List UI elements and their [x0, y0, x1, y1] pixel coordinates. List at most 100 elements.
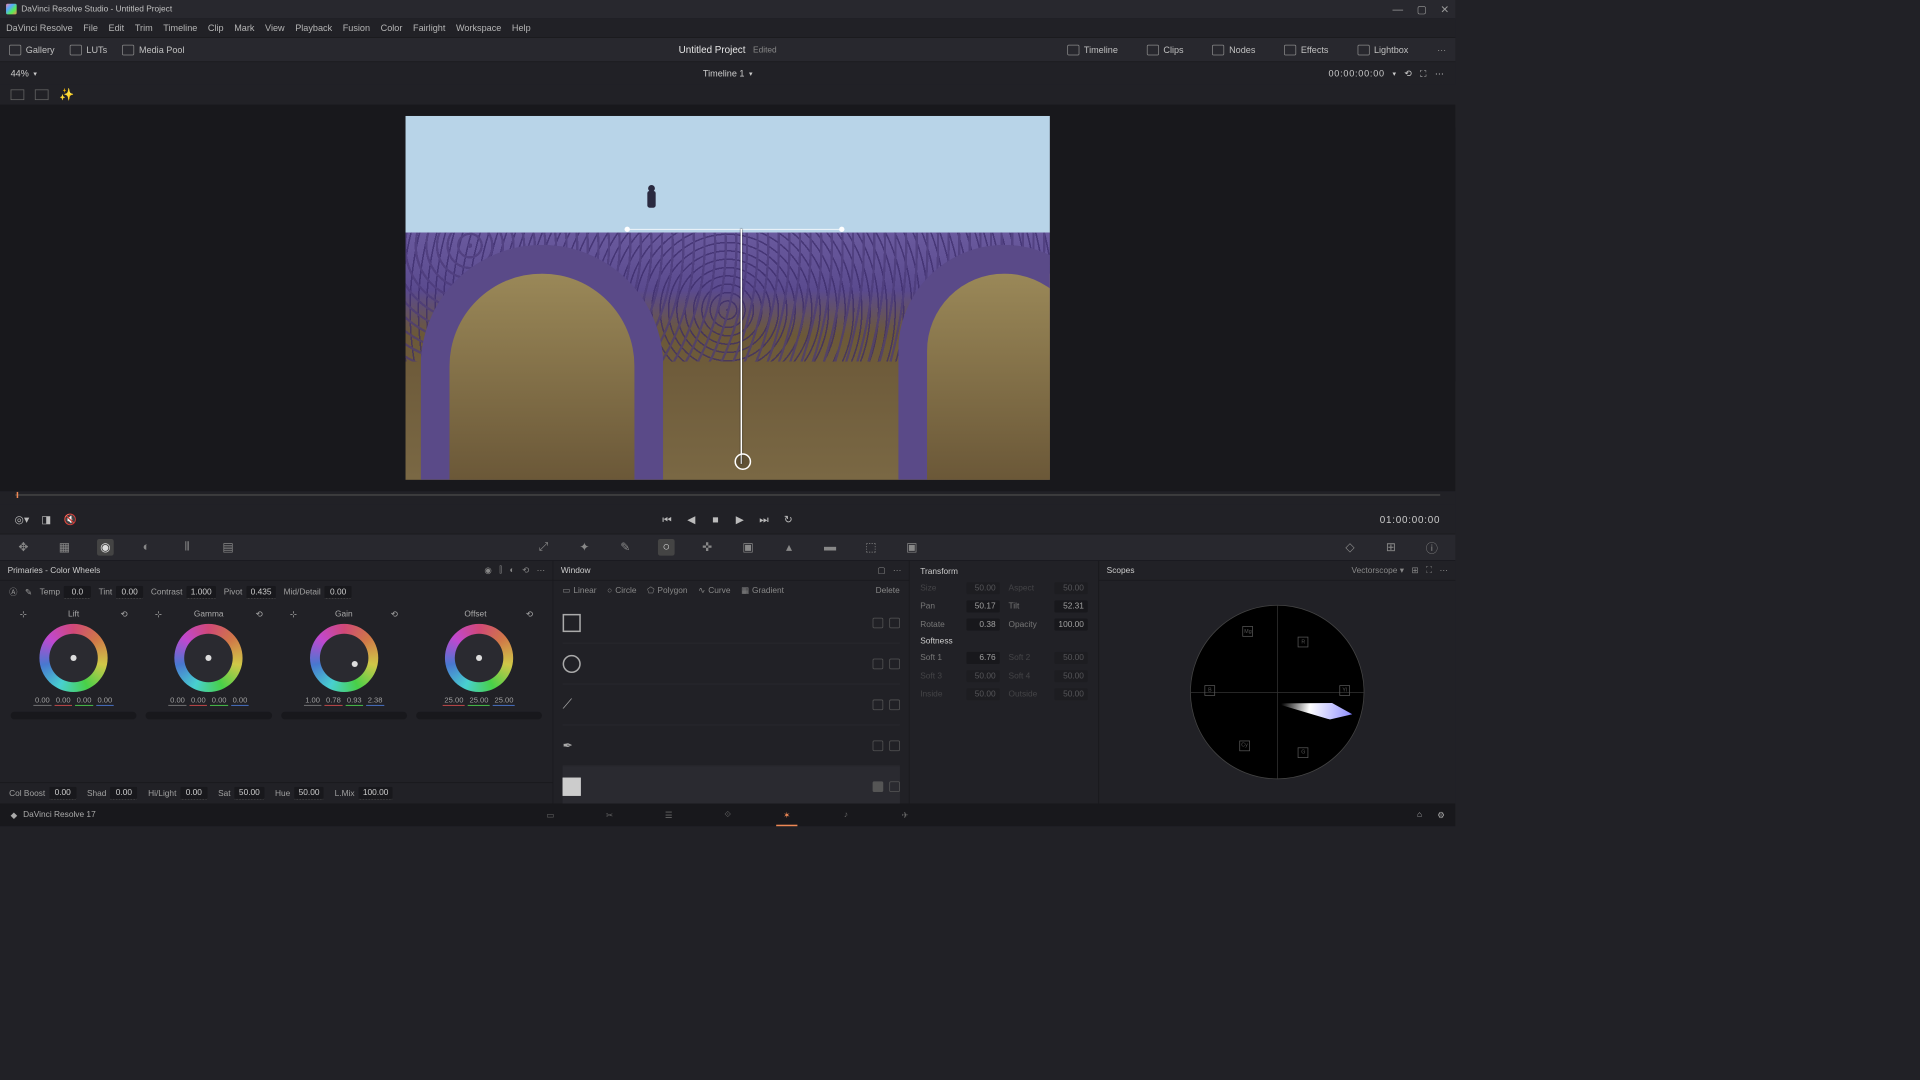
settings-icon[interactable]: ⚙ [1437, 810, 1444, 820]
last-frame-button[interactable]: ⏭ [757, 512, 771, 526]
circle-shape-button[interactable]: ○ Circle [607, 586, 636, 595]
fairlight-page-button[interactable]: ♪ [839, 808, 853, 822]
maximize-button[interactable]: ▢ [1417, 3, 1427, 16]
menu-mark[interactable]: Mark [234, 22, 254, 33]
rotate-field[interactable]: 0.38 [966, 619, 999, 631]
invert-icon[interactable] [889, 699, 900, 710]
scope-layout-icon[interactable]: ⊞ [1411, 565, 1418, 575]
window-row-pen[interactable]: ✒ [562, 725, 899, 766]
pivot-field[interactable]: 0.435 [246, 586, 276, 599]
window-row-circle[interactable] [562, 644, 899, 685]
offset-wheel[interactable]: Offset⟲ 25.0025.0025.00 [416, 609, 542, 776]
lift-jog[interactable] [11, 712, 137, 720]
hilight-field[interactable]: 0.00 [180, 787, 207, 800]
scrubber[interactable] [0, 491, 1455, 505]
gamma-jog[interactable] [146, 712, 272, 720]
camera-raw-icon[interactable]: ✥ [15, 539, 32, 556]
menu-view[interactable]: View [265, 22, 285, 33]
window-icon[interactable]: ○ [658, 539, 675, 556]
mute-icon[interactable]: 🔇 [64, 512, 78, 526]
keyframes-icon[interactable]: ◇ [1342, 539, 1359, 556]
viewer[interactable] [0, 105, 1455, 492]
reset-icon[interactable]: ⟲ [121, 609, 128, 619]
gain-jog[interactable] [281, 712, 407, 720]
nodes-button[interactable]: Nodes [1212, 44, 1255, 55]
expand-icon[interactable]: ⛶ [1420, 68, 1427, 79]
menu-edit[interactable]: Edit [109, 22, 125, 33]
opacity-field[interactable]: 100.00 [1054, 619, 1087, 631]
invert-icon[interactable] [889, 617, 900, 628]
rgbmixer-icon[interactable]: ⫴ [179, 539, 196, 556]
qualifier-icon[interactable]: ✎ [617, 539, 634, 556]
tint-field[interactable]: 0.00 [116, 586, 143, 599]
invert-icon[interactable] [889, 740, 900, 751]
auto-icon[interactable]: Ⓐ [9, 586, 17, 598]
linear-shape-button[interactable]: ▭ Linear [562, 585, 596, 595]
zoom-dropdown[interactable]: 44%▾ [11, 68, 37, 79]
offset-jog[interactable] [416, 712, 542, 720]
scopes-toggle-icon[interactable]: ⊞ [1383, 539, 1400, 556]
menu-help[interactable]: Help [512, 22, 531, 33]
window-row-gradient[interactable] [562, 766, 899, 803]
mask-icon[interactable] [872, 617, 883, 628]
clips-button[interactable]: Clips [1147, 44, 1184, 55]
lightbox-button[interactable]: Lightbox [1357, 44, 1408, 55]
more-icon[interactable]: ⋯ [1439, 565, 1447, 575]
mediapool-button[interactable]: Media Pool [122, 44, 184, 55]
reticle-icon[interactable]: ◎▾ [15, 512, 29, 526]
gradient-top-handle[interactable] [625, 229, 845, 230]
curve-shape-button[interactable]: ∿ Curve [698, 585, 730, 595]
gamma-wheel[interactable]: ⊹Gamma⟲ 0.000.000.000.00 [146, 609, 272, 776]
menu-workspace[interactable]: Workspace [456, 22, 501, 33]
media-page-button[interactable]: ▭ [543, 808, 557, 822]
mask-icon[interactable] [872, 740, 883, 751]
record-timecode[interactable]: 01:00:00:00 [1380, 514, 1440, 525]
effects-button[interactable]: Effects [1284, 44, 1328, 55]
motion-icon[interactable]: ▤ [220, 539, 237, 556]
window-row-curve[interactable]: ⟋ [562, 684, 899, 725]
invert-icon[interactable] [889, 658, 900, 669]
shad-field[interactable]: 0.00 [110, 787, 137, 800]
menu-clip[interactable]: Clip [208, 22, 224, 33]
reset-icon[interactable]: ⟲ [391, 609, 398, 619]
first-frame-button[interactable]: ⏮ [660, 512, 674, 526]
key-icon[interactable]: ▬ [822, 539, 839, 556]
mask-icon[interactable] [872, 781, 883, 792]
blur-icon[interactable]: ▴ [781, 539, 798, 556]
deliver-page-button[interactable]: ✈ [898, 808, 912, 822]
soft1-field[interactable]: 6.76 [966, 652, 999, 664]
menu-fairlight[interactable]: Fairlight [413, 22, 445, 33]
more-icon[interactable]: ⋯ [893, 565, 901, 575]
expand-icon[interactable]: ⛶ [1426, 565, 1432, 575]
close-button[interactable]: ✕ [1440, 3, 1449, 16]
temp-field[interactable]: 0.0 [64, 586, 91, 599]
options-icon[interactable]: ⋯ [1437, 44, 1446, 55]
gradient-axis-handle[interactable] [741, 229, 743, 464]
lift-wheel[interactable]: ⊹Lift⟲ 0.000.000.000.00 [11, 609, 137, 776]
reset-icon[interactable]: ⟲ [522, 565, 529, 575]
edit-page-button[interactable]: ☰ [662, 808, 676, 822]
window-row-linear[interactable] [562, 603, 899, 644]
polygon-shape-button[interactable]: ⬠ Polygon [647, 585, 687, 595]
menu-trim[interactable]: Trim [135, 22, 153, 33]
prev-frame-button[interactable]: ◀ [684, 512, 698, 526]
more-icon[interactable]: ⋯ [537, 565, 545, 575]
color-page-button[interactable]: ✶ [780, 808, 794, 822]
highlight-icon[interactable]: ✨ [59, 87, 74, 102]
primaries-icon[interactable]: ◉ [97, 539, 114, 556]
sat-field[interactable]: 50.00 [234, 787, 264, 800]
wheels-mode-icon[interactable]: ◉ [484, 565, 491, 575]
reset-icon[interactable]: ⟲ [256, 609, 263, 619]
timeline-name-dropdown[interactable]: Timeline 1▾ [703, 68, 753, 79]
menu-fusion[interactable]: Fusion [343, 22, 370, 33]
bypass-icon[interactable]: ⟲ [1404, 68, 1412, 79]
sizing-icon[interactable]: ⬚ [863, 539, 880, 556]
info-icon[interactable]: ⓘ [1424, 539, 1441, 556]
menu-file[interactable]: File [83, 22, 98, 33]
menu-color[interactable]: Color [381, 22, 403, 33]
curves-icon[interactable]: ⤢ [535, 539, 552, 556]
colorchecker-icon[interactable]: ▦ [56, 539, 73, 556]
warper-icon[interactable]: ✦ [576, 539, 593, 556]
splitwipe-icon[interactable]: ◨ [39, 512, 53, 526]
delete-shape-button[interactable]: Delete [876, 586, 900, 595]
